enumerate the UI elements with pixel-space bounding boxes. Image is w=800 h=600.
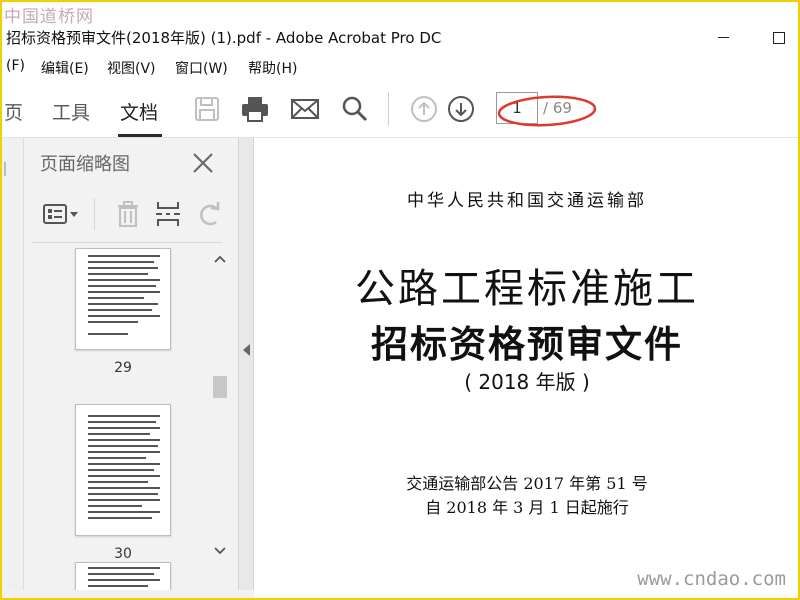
panel-splitter[interactable] [238,138,254,590]
panel-toolbar-separator [94,198,95,230]
scroll-down-icon[interactable] [214,546,226,556]
panel-divider [32,242,222,243]
watermark-url: www.cndao.com [637,568,786,590]
page-up-icon[interactable] [409,94,439,124]
doc-effective-date: 自 2018 年 3 月 1 日起施行 [425,498,629,517]
tab-home[interactable]: 页 [4,98,23,125]
page-thumbnail-next[interactable] [75,562,171,590]
doc-ministry: 中华人民共和国交通运输部 [407,191,647,211]
navigation-strip [0,138,24,590]
page-thumbnail-30[interactable] [75,404,171,536]
doc-title-line-2: 招标资格预审文件 [371,323,683,366]
page-thumbnails-panel: 页面缩略图 29 30 [24,138,238,590]
rotate-icon[interactable] [196,200,224,228]
panel-bottom-strip [0,590,254,600]
tab-tools[interactable]: 工具 [52,98,90,125]
close-icon[interactable] [190,150,216,176]
scroll-up-icon[interactable] [214,254,226,264]
search-icon[interactable] [340,94,370,124]
nav-strip-marker [4,162,6,176]
window-title: 招标资格预审文件(2018年版) (1).pdf - Adobe Acrobat… [6,29,442,47]
menu-file[interactable]: (F) [6,58,25,74]
page-thumbnail-29[interactable] [75,248,171,350]
menu-help[interactable]: 帮助(H) [248,58,297,78]
doc-title-line-1: 公路工程标准施工 [355,266,699,312]
active-tab-indicator [118,134,162,137]
collapse-panel-icon[interactable] [243,344,250,356]
title-bar: 招标资格预审文件(2018年版) (1).pdf - Adobe Acrobat… [0,22,800,52]
email-icon[interactable] [290,94,320,124]
page-options-icon[interactable] [42,200,82,228]
print-icon[interactable] [240,94,270,124]
menu-view[interactable]: 视图(V) [107,58,156,78]
menu-bar: (F) 编辑(E) 视图(V) 窗口(W) 帮助(H) [0,56,800,78]
thumbnail-scrollbar[interactable] [210,246,230,590]
watermark-logo: 中国道桥网 [4,7,94,27]
minimize-button[interactable] [712,26,736,48]
doc-notice: 交通运输部公告 2017 年第 51 号 [406,474,648,493]
insert-pages-icon[interactable] [154,200,182,228]
thumbnail-label-30: 30 [114,546,132,562]
page-down-icon[interactable] [446,94,476,124]
page-total: / 69 [543,99,572,117]
panel-title: 页面缩略图 [40,154,130,175]
toolbar: 页 工具 文档 1 / 69 [0,82,800,138]
panel-toolbar [24,194,238,234]
toolbar-separator [388,92,389,126]
maximize-button[interactable] [767,26,791,48]
document-page: 中华人民共和国交通运输部 公路工程标准施工 招标资格预审文件 ( 2018 年版… [254,138,800,600]
thumbnail-label-29: 29 [114,360,132,376]
trash-icon[interactable] [114,200,142,228]
menu-window[interactable]: 窗口(W) [175,58,228,78]
doc-edition: ( 2018 年版 ) [464,370,590,394]
tab-document[interactable]: 文档 [120,98,158,125]
menu-edit[interactable]: 编辑(E) [41,58,89,78]
page-number-input[interactable]: 1 [496,92,538,124]
scrollbar-thumb[interactable] [213,376,227,398]
save-icon[interactable] [192,94,222,124]
